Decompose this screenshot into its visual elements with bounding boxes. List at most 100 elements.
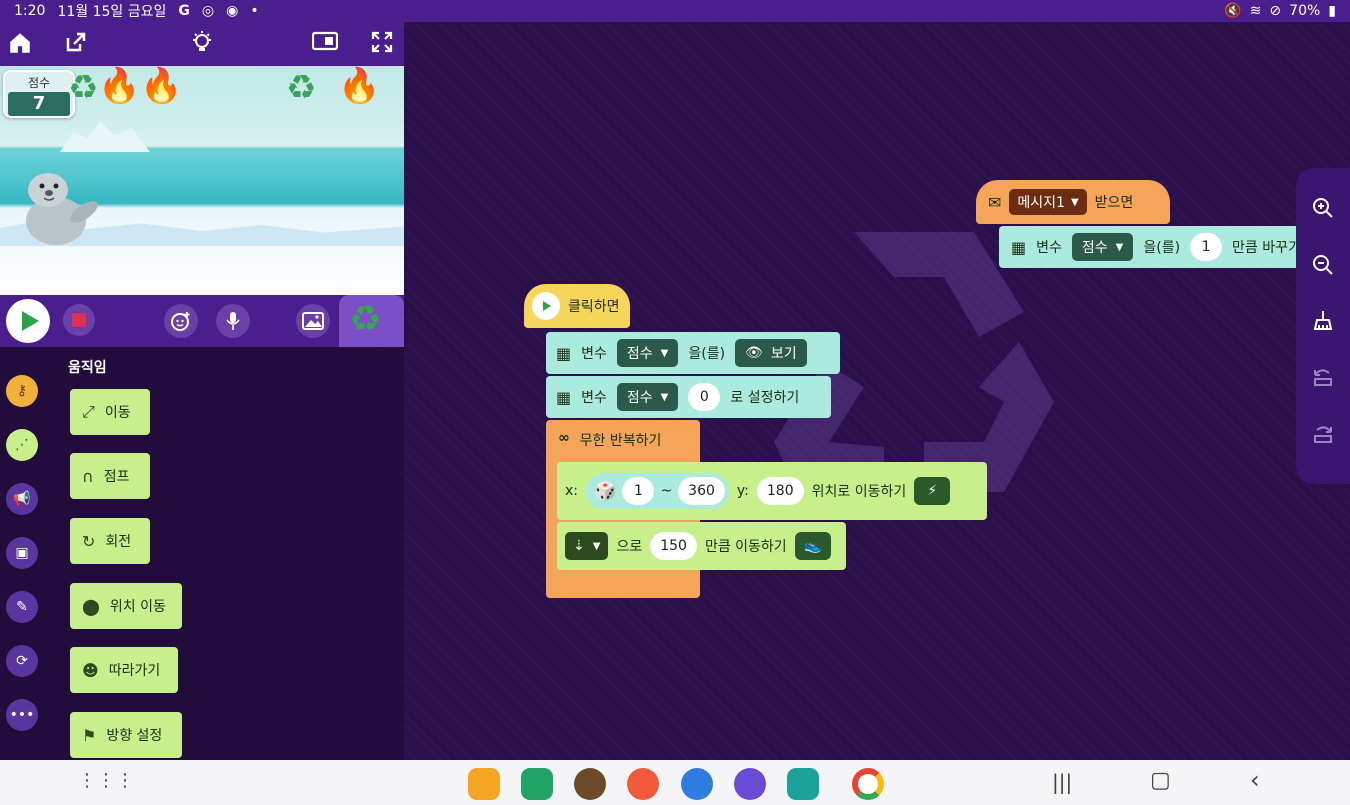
goto-xy-block[interactable]: x: 🎲 1 ~ 360 y: 180 위치로 이동하기 ⚡ <box>557 462 987 520</box>
home-nav-icon[interactable]: ▢ <box>1150 768 1171 793</box>
selected-sprite-tab[interactable]: ♻ ▼ <box>339 295 404 363</box>
palette-category-title: 움직임 <box>68 360 107 376</box>
phone-app-icon[interactable] <box>521 768 553 800</box>
add-sprite-button[interactable] <box>164 304 198 338</box>
random-min-input[interactable]: 1 <box>622 477 655 505</box>
dice-icon: 🎲 <box>594 480 617 502</box>
when-clicked-hat-block[interactable]: 클릭하면 <box>524 284 630 328</box>
palette-block-jump[interactable]: ∩ 점프 <box>70 453 150 499</box>
random-max-input[interactable]: 360 <box>678 477 725 505</box>
signpost-icon: ⚑ <box>82 725 97 745</box>
internet-app-icon[interactable] <box>734 768 766 800</box>
block-label: 방향 설정 <box>106 728 163 744</box>
android-nav-bar: ⋮⋮⋮ ||| ▢ ‹ <box>0 760 1350 805</box>
clean-up-broom-icon[interactable] <box>1309 309 1337 337</box>
iceberg <box>60 121 150 152</box>
block-label: 이동 <box>104 405 131 421</box>
move-direction-block[interactable]: ⇣ ▼ 으로 150 만큼 이동하기 👟 <box>557 522 846 570</box>
fire-sprite-icon: 🔥 <box>338 66 381 106</box>
calendar-app-icon[interactable] <box>787 768 819 800</box>
random-number-block[interactable]: 🎲 1 ~ 360 <box>586 473 729 509</box>
zoom-in-icon[interactable] <box>1309 196 1337 224</box>
messages-app-icon[interactable] <box>681 768 713 800</box>
category-looks-icon[interactable]: ▣ <box>6 537 38 569</box>
status-bar: 1:20 11월 15일 금요일 G ◎ ◉ • 🔇 ≋ ⊘ 70% ▮ <box>0 0 1350 22</box>
envelope-icon: ✉ <box>988 192 1002 212</box>
block-suffix: 위치로 이동하기 <box>811 484 907 500</box>
run-control-bar: ♻ ▼ <box>0 295 404 363</box>
fire-sprite-icon: 🔥 <box>140 66 183 106</box>
editor-toolbar <box>0 22 404 66</box>
hint-bulb-icon[interactable] <box>188 30 216 58</box>
palette-block-direction[interactable]: ⚑ 방향 설정 <box>70 712 182 758</box>
message-dropdown[interactable]: 메시지1 ▼ <box>1009 189 1087 215</box>
variable-dropdown[interactable]: 점수 ▼ <box>616 339 679 367</box>
category-pen-icon[interactable]: ✎ <box>6 591 38 623</box>
block-mid: 을(를) <box>1143 240 1181 256</box>
code-workspace[interactable]: 클릭하면 ▦ 변수 점수 ▼ 을(를) 👁 보기 ▦ 변수 점수 ▼ 0 로 설… <box>404 22 1350 760</box>
arrow-down-icon: ⇣ <box>573 538 585 554</box>
variable-dropdown[interactable]: 점수 ▼ <box>616 383 679 411</box>
fullscreen-icon[interactable] <box>368 30 396 58</box>
sneaker-speed-icon[interactable]: 👟 <box>794 532 831 560</box>
set-variable-block[interactable]: ▦ 변수 점수 ▼ 0 로 설정하기 <box>546 376 831 418</box>
video-icon[interactable] <box>311 30 339 58</box>
when-message-received-hat-block[interactable]: ✉ 메시지1 ▼ 받으면 <box>976 180 1170 224</box>
contacts-app-icon[interactable] <box>627 768 659 800</box>
play-button[interactable] <box>6 299 50 343</box>
palette-block-rotate[interactable]: ↻ 회전 <box>70 518 150 564</box>
background-image-button[interactable] <box>296 304 330 338</box>
block-label: 위치 이동 <box>109 599 166 615</box>
change-value-input[interactable]: 1 <box>1190 233 1223 261</box>
palette-block-follow[interactable]: ☻ 따라가기 <box>70 647 178 693</box>
back-nav-icon[interactable]: ‹ <box>1250 766 1260 794</box>
show-hide-dropdown[interactable]: 👁 보기 <box>735 339 807 367</box>
variable-dropdown[interactable]: 점수 ▼ <box>1071 233 1134 261</box>
dropdown-value: 메시지1 <box>1017 195 1065 211</box>
share-icon[interactable] <box>62 30 90 58</box>
y-value-input[interactable]: 180 <box>756 477 804 505</box>
caret-down-icon: ▼ <box>1070 196 1079 208</box>
dnd-icon: ⊘ <box>1269 3 1282 19</box>
undo-icon[interactable] <box>1309 365 1337 393</box>
palette-block-move[interactable]: ⤢ 이동 <box>70 389 150 435</box>
avatar-app-icon[interactable] <box>574 768 606 800</box>
lightning-speed-icon[interactable]: ⚡ <box>914 477 951 505</box>
block-label: 회전 <box>105 534 132 550</box>
loop-label: 무한 반복하기 <box>579 433 662 449</box>
chrome-app-icon[interactable] <box>852 768 884 800</box>
recent-apps-icon[interactable]: ||| <box>1052 770 1072 794</box>
category-motion-icon[interactable]: ⋰ <box>6 429 38 461</box>
dropdown-value: 점수 <box>1081 240 1108 256</box>
mute-icon: 🔇 <box>1224 3 1242 19</box>
category-more-icon[interactable]: ••• <box>6 699 38 731</box>
files-app-icon[interactable] <box>468 768 500 800</box>
palette-block-goto[interactable]: ⬤ 위치 이동 <box>70 583 182 629</box>
microphone-button[interactable] <box>216 304 250 338</box>
block-suffix: 로 설정하기 <box>730 390 800 406</box>
show-variable-block[interactable]: ▦ 변수 점수 ▼ 을(를) 👁 보기 <box>546 332 840 374</box>
app-drawer-icon[interactable]: ⋮⋮⋮ <box>78 770 135 791</box>
category-key-icon[interactable]: ⚷ <box>6 375 38 407</box>
move-value-input[interactable]: 150 <box>650 532 697 560</box>
category-control-icon[interactable]: ⟳ <box>6 645 38 677</box>
seal-sprite-icon <box>26 173 98 245</box>
set-value-input[interactable]: 0 <box>688 383 721 411</box>
google-icon: G <box>178 3 190 19</box>
zoom-out-icon[interactable] <box>1309 253 1337 281</box>
direction-dropdown[interactable]: ⇣ ▼ <box>565 532 609 560</box>
workspace-tools-panel <box>1296 168 1350 484</box>
redo-icon[interactable] <box>1309 422 1337 450</box>
status-date: 11월 15일 금요일 <box>57 4 167 20</box>
notification-icon-2: ◉ <box>226 3 239 19</box>
battery-icon: ▮ <box>1328 3 1336 19</box>
change-variable-block[interactable]: ▦ 변수 점수 ▼ 을(를) 1 만큼 바꾸기 <box>999 226 1299 268</box>
home-icon[interactable] <box>6 30 34 58</box>
range-separator: ~ <box>660 483 673 499</box>
recycle-sprite-icon: ♻ <box>286 68 317 108</box>
dot-icon: • <box>250 3 259 19</box>
stop-button[interactable] <box>63 304 95 336</box>
block-label: 따라가기 <box>108 663 161 679</box>
notification-icon: ◎ <box>201 3 215 19</box>
category-sound-icon[interactable]: 📢 <box>6 483 38 515</box>
